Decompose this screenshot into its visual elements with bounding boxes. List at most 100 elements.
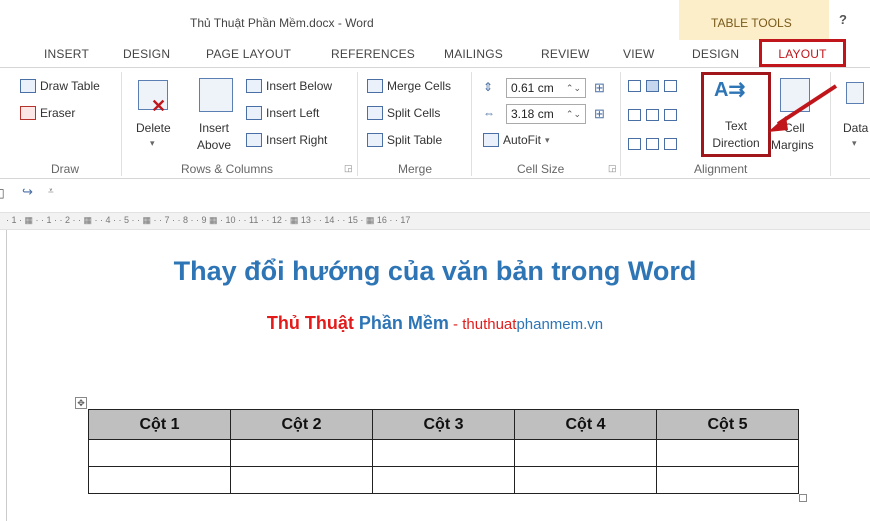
align-bottom-left-icon[interactable] (628, 138, 641, 150)
tab-page-layout[interactable]: PAGE LAYOUT (206, 47, 291, 61)
group-cell-size-label: Cell Size (517, 162, 565, 176)
autofit-button[interactable]: AutoFit ▾ (483, 133, 550, 147)
table-cell[interactable] (514, 439, 657, 467)
subtitle-dash: - (448, 316, 463, 333)
group-draw-label: Draw (51, 162, 80, 176)
table-tools-label: TABLE TOOLS (711, 16, 792, 30)
text-direction-icon: A⇉ (714, 79, 746, 101)
tab-layout[interactable]: LAYOUT (762, 47, 843, 61)
delete-x-icon: ✕ (151, 96, 167, 116)
spinner-icon[interactable]: ⌃⌄ (566, 79, 581, 97)
subtitle-red: Thủ Thuật (266, 313, 354, 333)
insert-left-button[interactable]: Insert Left (246, 106, 319, 120)
table-move-handle[interactable]: ✥ (75, 397, 87, 409)
page-icon[interactable]: ▯ (0, 186, 5, 200)
insert-below-label: Insert Below (266, 79, 333, 93)
column-width-input[interactable]: 3.18 cm ⌃⌄ (506, 104, 586, 124)
merge-cells-label: Merge Cells (387, 79, 452, 93)
help-button[interactable]: ? (839, 12, 847, 27)
table-cell[interactable] (230, 439, 373, 467)
align-top-left-icon[interactable] (628, 80, 641, 92)
table-cell[interactable] (372, 439, 515, 467)
site-blue: phanmem.vn (516, 316, 604, 333)
cell-margins-line2[interactable]: Margins (771, 138, 814, 152)
align-top-right-icon[interactable] (664, 80, 677, 92)
align-bottom-right-icon[interactable] (664, 138, 677, 150)
table-header-cell[interactable]: Cột 4 (514, 409, 657, 440)
document-subtitle: Thủ Thuật Phần Mềm - thuthuatphanmem.vn (0, 313, 870, 334)
tab-insert[interactable]: INSERT (44, 47, 89, 61)
row-height-value: 0.61 cm (511, 81, 554, 95)
split-cells-icon (367, 106, 383, 120)
tab-review[interactable]: REVIEW (541, 47, 590, 61)
group-alignment-label: Alignment (694, 162, 748, 176)
table-cell[interactable] (230, 466, 373, 494)
chevron-down-icon: ▾ (150, 138, 155, 148)
draw-table-icon (20, 79, 36, 93)
split-table-label: Split Table (387, 133, 443, 147)
column-width-icon: ⇔ (483, 106, 495, 120)
split-cells-button[interactable]: Split Cells (367, 106, 440, 120)
align-top-center-icon[interactable] (646, 80, 659, 92)
chevron-down-icon: ▾ (852, 138, 857, 148)
redo-icon[interactable]: ↪ (22, 184, 33, 200)
insert-right-button[interactable]: Insert Right (246, 133, 327, 147)
table-row (88, 439, 799, 467)
tab-view[interactable]: VIEW (623, 47, 654, 61)
table-cell[interactable] (514, 466, 657, 494)
insert-left-label: Insert Left (266, 106, 320, 120)
table-cell[interactable] (656, 439, 799, 467)
window-title: Thủ Thuật Phần Mềm.docx - Word (190, 16, 374, 30)
table-header-cell[interactable]: Cột 5 (656, 409, 799, 440)
group-separator (121, 72, 122, 176)
merge-cells-button[interactable]: Merge Cells (367, 79, 451, 93)
distribute-columns-icon[interactable]: ⊞ (594, 106, 605, 122)
eraser-button[interactable]: Eraser (20, 106, 75, 120)
merge-cells-icon (367, 79, 383, 93)
document-table[interactable]: Cột 1 Cột 2 Cột 3 Cột 4 Cột 5 (88, 409, 799, 494)
autofit-label: AutoFit (503, 133, 542, 147)
insert-above-line2[interactable]: Above (197, 138, 231, 152)
table-cell[interactable] (656, 466, 799, 494)
insert-below-button[interactable]: Insert Below (246, 79, 332, 93)
chevron-down-icon: ▾ (545, 134, 550, 145)
table-header-cell[interactable]: Cột 1 (88, 409, 231, 440)
insert-above-line1[interactable]: Insert (199, 121, 229, 135)
subtitle-blue: Phần Mềm (358, 313, 449, 333)
table-header-cell[interactable]: Cột 2 (230, 409, 373, 440)
tab-table-design[interactable]: DESIGN (692, 47, 739, 61)
draw-table-button[interactable]: Draw Table (20, 79, 100, 93)
align-center-right-icon[interactable] (664, 109, 677, 121)
insert-below-icon (246, 79, 262, 93)
tab-design[interactable]: DESIGN (123, 47, 170, 61)
dialog-launcher-icon[interactable]: ◲ (344, 163, 353, 174)
split-cells-label: Split Cells (387, 106, 441, 120)
table-cell[interactable] (88, 439, 231, 467)
table-resize-handle[interactable] (799, 494, 807, 502)
tab-references[interactable]: REFERENCES (331, 47, 415, 61)
ruler-ticks: · 1 · ▦ · · 1 · · 2 · · ▦ · · 4 · · 5 · … (6, 215, 411, 225)
tab-mailings[interactable]: MAILINGS (444, 47, 503, 61)
align-bottom-center-icon[interactable] (646, 138, 659, 150)
insert-left-icon (246, 106, 262, 120)
distribute-rows-icon[interactable]: ⊞ (594, 80, 605, 96)
split-table-button[interactable]: Split Table (367, 133, 442, 147)
text-direction-line1: Text (724, 119, 747, 133)
table-header-cell[interactable]: Cột 3 (372, 409, 515, 440)
customize-qat-icon[interactable]: ⩡ (48, 186, 54, 197)
row-height-icon: ⇕ (483, 80, 494, 94)
spinner-icon[interactable]: ⌃⌄ (566, 105, 581, 123)
align-center-left-icon[interactable] (628, 109, 641, 121)
align-center-icon[interactable] (646, 109, 659, 121)
data-button[interactable]: Data (843, 121, 868, 135)
table-cell[interactable] (372, 466, 515, 494)
row-height-input[interactable]: 0.61 cm ⌃⌄ (506, 78, 586, 98)
eraser-icon (20, 106, 36, 120)
tab-layout-highlight[interactable]: LAYOUT (759, 39, 846, 67)
group-separator (471, 72, 472, 176)
dialog-launcher-icon[interactable]: ◲ (608, 163, 617, 174)
eraser-label: Eraser (40, 106, 76, 120)
delete-button[interactable]: Delete (136, 121, 171, 135)
table-cell[interactable] (88, 466, 231, 494)
insert-above-icon (199, 78, 233, 112)
